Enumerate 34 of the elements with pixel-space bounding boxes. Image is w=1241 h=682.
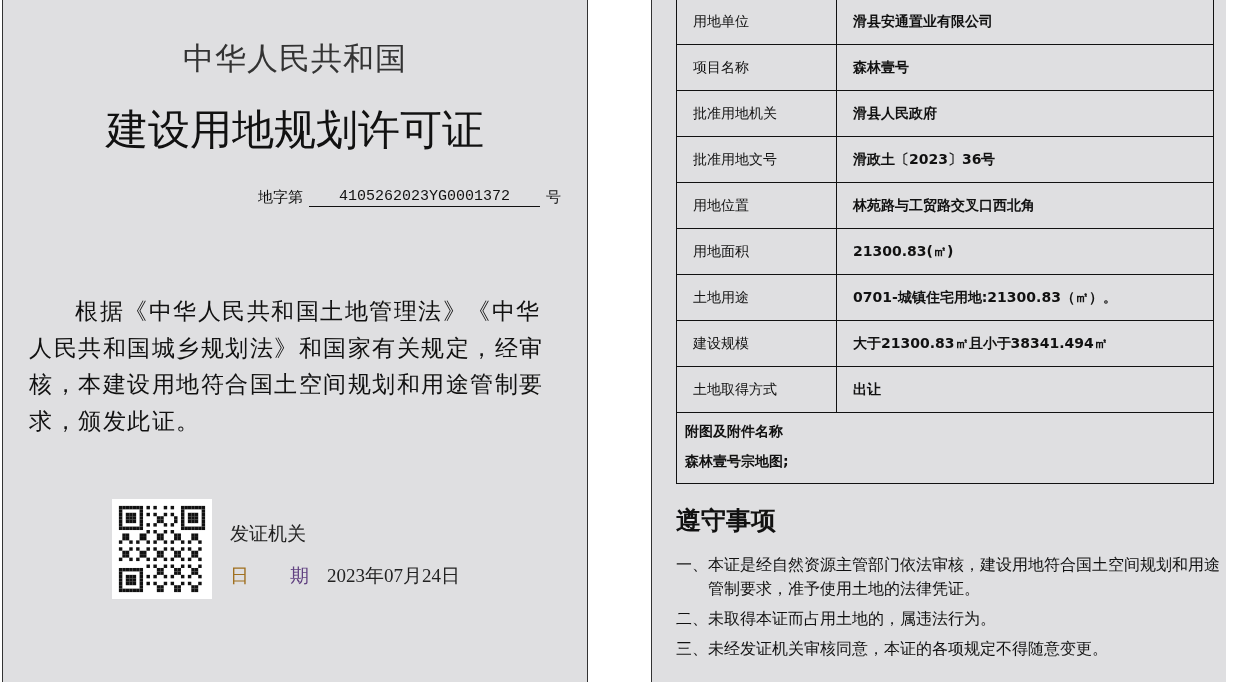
attachments-label: 附图及附件名称 [685,423,784,441]
table-cell: 森林壹号 [836,44,1214,91]
notices-heading: 遵守事项 [676,505,777,537]
table-cell: 项目名称 [676,44,837,91]
country-heading: 中华人民共和国 [182,40,408,78]
notice-item: 一、本证是经自然资源主管部门依法审核，建设用地符合国土空间规划和用途管制要求，准予使用土地的法律凭证。 [676,554,1221,600]
date-label: 期 [290,564,310,588]
certificate-title: 建设用地规划许可证 [104,106,485,155]
table-cell: 滑县安通置业有限公司 [836,0,1214,45]
issuer-label: 发证机关 [230,522,307,546]
certificate-text: 根据《中华人民共和国土地管理法》《中华人民共和国城乡规划法》和国家有关规定，经审核，本建设用地符合国土空间规划和用途管制要求，颁发此证。 [29,297,545,436]
issue-date: 2023年07月24日 [327,564,460,588]
table-cell: 批准用地机关 [676,90,837,137]
table-cell: 大于21300.83㎡且小于38341.494㎡ [836,320,1214,367]
table-cell: 出让 [836,366,1214,413]
number-suffix: 号 [546,188,561,207]
table-cell: 建设规模 [676,320,837,367]
table-cell: 0701-城镇住宅用地:21300.83（㎡）。 [836,274,1214,321]
notice-item: 三、未经发证机关审核同意，本证的各项规定不得随意变更。 [676,638,1109,660]
table-cell: 用地面积 [676,228,837,275]
table-cell: 林苑路与工贸路交叉口西北角 [836,182,1214,229]
date-label: 日 [230,564,250,588]
certificate-number: 4105262023YG0001372 [308,188,540,207]
attachments-value: 森林壹号宗地图; [685,453,790,471]
table-cell: 滑政土〔2023〕36号 [836,136,1214,183]
notice-item: 二、未取得本证而占用土地的，属违法行为。 [676,608,997,630]
table-cell: 21300.83(㎡) [836,228,1214,275]
table-cell: 用地位置 [676,182,837,229]
table-cell: 用地单位 [676,0,837,45]
number-prefix: 地字第 [257,188,303,207]
table-cell: 土地取得方式 [676,366,837,413]
table-cell: 土地用途 [676,274,837,321]
table-cell: 滑县人民政府 [836,90,1214,137]
table-cell: 批准用地文号 [676,136,837,183]
